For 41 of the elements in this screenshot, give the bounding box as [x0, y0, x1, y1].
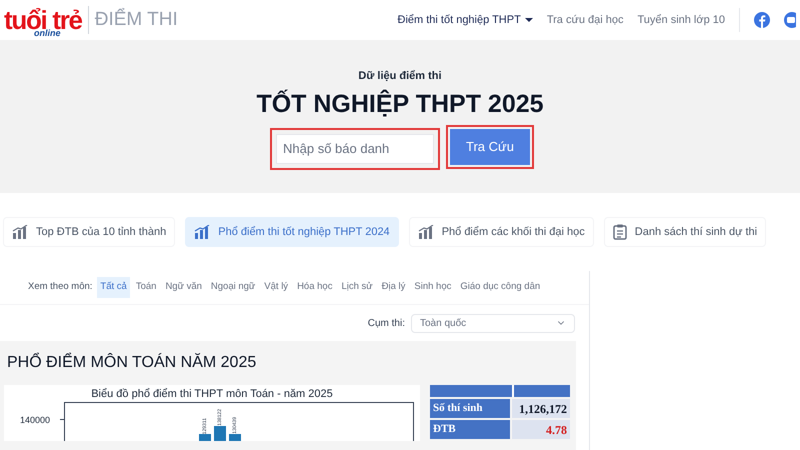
subject-filter[interactable]: Sinh học	[411, 277, 454, 298]
stat-label: Số thí sinh	[430, 399, 510, 418]
stat-value: 1,126,172	[512, 399, 570, 418]
bar-chart-icon	[418, 225, 434, 239]
search-button[interactable]: Tra Cứu	[450, 128, 530, 165]
histogram-bar	[229, 434, 241, 441]
subject-filter[interactable]: Tất cả	[97, 277, 130, 298]
subject-filter[interactable]: Vật lý	[261, 277, 292, 298]
video-icon[interactable]	[784, 12, 796, 28]
cluster-label: Cụm thi:	[368, 316, 405, 330]
tab[interactable]: Top ĐTB của 10 tỉnh thành	[3, 217, 176, 247]
clipboard-icon	[612, 224, 627, 240]
nav-link[interactable]: Tra cứu đại học	[546, 12, 624, 28]
tab[interactable]: Phổ điểm thi tốt nghiệp THPT 2024	[185, 217, 399, 247]
subject-filter[interactable]: Ngoại ngữ	[208, 277, 258, 298]
facebook-icon[interactable]	[754, 12, 770, 28]
stat-value: 4.78	[512, 420, 570, 439]
cluster-select[interactable]: Toàn quốc	[411, 314, 575, 332]
subject-filter[interactable]: Địa lý	[378, 277, 408, 298]
histogram-bar	[199, 434, 211, 441]
section-title: ĐIỂM THI	[94, 7, 178, 32]
stat-label: ĐTB	[430, 420, 510, 439]
subject-filter[interactable]: Giáo dục công dân	[457, 277, 544, 298]
search-field[interactable]: Nhập số báo danh	[270, 128, 440, 170]
nav-link[interactable]: Tuyển sinh lớp 10	[637, 12, 725, 28]
chart-title: Biểu đồ phổ điểm thi THPT môn Toán - năm 2025	[91, 387, 333, 402]
subject-filter[interactable]: Hóa học	[294, 277, 336, 298]
hero-title: TỐT NGHIỆP THPT 2025	[256, 88, 544, 120]
bar-chart-icon	[12, 225, 28, 239]
y-tick-label: 140000	[20, 414, 50, 427]
filter-label: Xem theo môn:	[28, 280, 92, 294]
tab[interactable]: Danh sách thí sinh dự thi	[604, 217, 766, 247]
tab[interactable]: Phổ điểm các khối thi đại học	[408, 217, 594, 247]
subject-filter[interactable]: Ngữ văn	[162, 277, 205, 298]
panel-title: PHỔ ĐIỂM MÔN TOÁN NĂM 2025	[6, 352, 258, 373]
subject-filter[interactable]: Toán	[132, 277, 160, 298]
bar-chart-icon	[194, 225, 210, 239]
nav-link[interactable]: Điểm thi tốt nghiệp THPT	[398, 12, 533, 28]
histogram-bar	[214, 426, 226, 441]
subject-filter[interactable]: Lịch sử	[338, 277, 376, 298]
hero-subtitle: Dữ liệu điểm thi	[358, 69, 442, 84]
